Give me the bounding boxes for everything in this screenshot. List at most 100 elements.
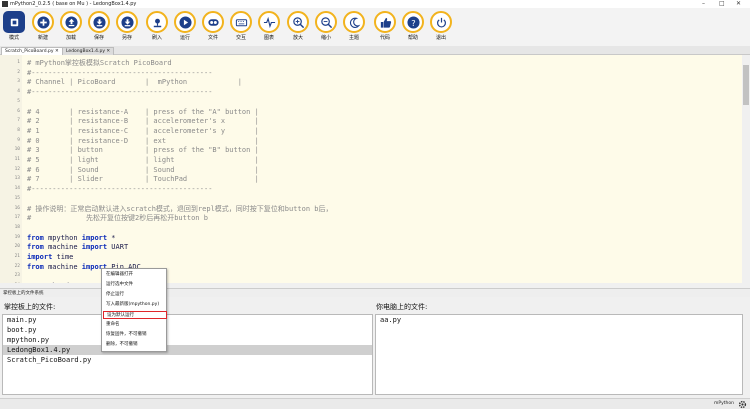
app-icon [2, 1, 8, 7]
context-menu-item[interactable]: 运行选中文件 [106, 281, 166, 289]
context-menu-item[interactable]: 重命名 [106, 321, 166, 329]
window-title: mPython2_0.2.5 ( base on Mu ) - LedongBo… [10, 1, 137, 7]
code-text: from mpython import * [27, 233, 116, 243]
computer-file-item[interactable]: aa.py [376, 315, 742, 325]
check-button[interactable]: 代码 [372, 11, 398, 41]
code-text: # 4 | resistance-A | press of the "A" bu… [27, 107, 259, 116]
download-icon [88, 11, 110, 33]
code-text: # 0 | resistance-D | ext | [27, 136, 259, 145]
keyboard-icon [230, 11, 252, 33]
line-number: 21 [14, 254, 20, 259]
code-text: # 1 | resistance-C | accelerometer's y | [27, 126, 259, 135]
code-text: from machine import UART [27, 242, 128, 252]
zoom-in-button[interactable]: 放大 [285, 11, 311, 41]
theme-button[interactable]: 主题 [341, 11, 367, 41]
code-keyword: from [27, 233, 44, 242]
tab-ledongbox[interactable]: LedongBox1.4.py ✕ [62, 47, 115, 55]
context-menu-item[interactable]: 在编辑器打开 [106, 271, 166, 279]
code-line: 11 # 5 | light | light | [0, 155, 742, 165]
title-bar: mPython2_0.2.5 ( base on Mu ) - LedongBo… [0, 0, 750, 8]
code-text: # 7 | Slider | TouchPad | [27, 175, 259, 184]
code-line: 7 # 2 | resistance-B | accelerometer's x … [0, 116, 742, 126]
line-number: 11 [14, 157, 20, 162]
code-text: import time [27, 252, 73, 262]
scrollbar-thumb[interactable] [743, 65, 749, 105]
zoom-out-button[interactable]: 缩小 [313, 11, 339, 41]
status-bar: mPython [0, 398, 750, 409]
code-line: 16 # 操作说明：正常启动默认进入scratch模式，退回到repl模式，同时按… [0, 204, 742, 214]
line-number: 15 [14, 195, 20, 201]
mode-indicator: mPython [714, 401, 734, 406]
code-text: # 3 | button | press of the "B" button | [27, 146, 259, 155]
line-number: 1 [17, 60, 20, 65]
line-number: 19 [14, 234, 20, 240]
code-line: 17 # 先松开复位按键2秒后再松开button b [0, 213, 742, 223]
repl-button[interactable]: 交互 [228, 11, 254, 41]
plot-button[interactable]: 图表 [256, 11, 282, 41]
code-text: # mPython掌控板模拟Scratch PicoBoard [27, 59, 172, 67]
code-line: 12 # 6 | Sound | Sound | [0, 165, 742, 175]
board-file-item[interactable]: Scratch_PicoBoard.py [3, 355, 372, 365]
code-line: 6 # 4 | resistance-A | press of the "A" b… [0, 107, 742, 117]
gear-icon[interactable] [738, 400, 747, 409]
run-button[interactable]: 运行 [172, 11, 198, 41]
context-menu-item[interactable]: 删除，不可撤销 [106, 341, 166, 349]
line-number: 7 [17, 118, 20, 124]
board-file-item[interactable]: boot.py [3, 325, 372, 335]
code-line: 1 # mPython掌控板模拟Scratch PicoBoard [0, 58, 742, 68]
line-number: 18 [14, 224, 20, 230]
moon-icon [343, 11, 365, 33]
board-file-item[interactable]: LedongBox1.4.py [3, 345, 372, 355]
save-button[interactable]: 保存 [86, 11, 112, 41]
code-text: # 6 | Sound | Sound | [27, 165, 259, 174]
code-text: # 5 | light | light | [27, 156, 259, 164]
help-button[interactable]: ? 帮助 [400, 11, 426, 41]
minimize-icon[interactable]: – [702, 0, 705, 8]
code-line: 2 #--------------------------------------… [0, 68, 742, 78]
line-number: 8 [17, 127, 20, 133]
code-token: machine [43, 243, 82, 252]
load-button[interactable]: 加载 [58, 11, 84, 41]
power-icon [430, 11, 452, 33]
code-text: #---------------------------------------… [27, 68, 213, 77]
quit-button[interactable]: 退出 [428, 11, 454, 41]
line-number: 3 [17, 79, 20, 85]
mode-icon [3, 11, 25, 33]
line-number: 22 [14, 263, 20, 269]
computer-files-list[interactable]: aa.py [375, 314, 743, 395]
maximize-icon[interactable]: □ [719, 0, 725, 8]
vertical-scrollbar[interactable] [742, 55, 750, 288]
mode-button[interactable]: 模式 [1, 11, 27, 41]
files-button[interactable]: 文件 [200, 11, 226, 41]
board-file-item[interactable]: main.py [3, 315, 372, 325]
tab-bar: Scratch_PicoBoard.py ✕ LedongBox1.4.py ✕ [0, 46, 750, 55]
line-number: 14 [14, 186, 20, 192]
tab-scratch-picoboard[interactable]: Scratch_PicoBoard.py ✕ [1, 47, 63, 55]
code-editor[interactable]: 1 # mPython掌控板模拟Scratch PicoBoard 2 #------… [0, 55, 742, 288]
context-menu-item[interactable]: 写入最新版(mpython.py) [106, 301, 166, 309]
line-number: 2 [17, 69, 20, 75]
code-line: 3 # Channel | PicoBoard | mPython | [0, 77, 742, 87]
code-token: time [52, 253, 74, 261]
saveas-button[interactable]: 另存 [114, 11, 140, 41]
code-keyword: import [27, 253, 53, 261]
close-icon[interactable]: ✕ [736, 0, 741, 8]
code-line: 18 [0, 223, 742, 233]
app-window: mPython2_0.2.5 ( base on Mu ) - LedongBo… [0, 0, 750, 409]
zoom-out-icon [315, 11, 337, 33]
download-icon [116, 11, 138, 33]
board-files-list[interactable]: main.py boot.py mpython.py LedongBox1.4.py S… [2, 314, 373, 395]
new-button[interactable]: 新建 [30, 11, 56, 41]
code-line: 13 # 7 | Slider | TouchPad | [0, 174, 742, 184]
code-token: * [107, 233, 116, 242]
context-menu-item[interactable]: 设为默认运行 [103, 311, 167, 319]
flash-button[interactable]: 刷入 [144, 11, 170, 41]
board-file-item[interactable]: mpython.py [3, 335, 372, 345]
code-text: #---------------------------------------… [27, 185, 213, 194]
line-number: 4 [17, 89, 20, 95]
code-keyword: import [81, 233, 108, 242]
code-text: # Channel | PicoBoard | mPython | [27, 78, 242, 87]
context-menu-item[interactable]: 恢复固件，不可撤销 [106, 331, 166, 339]
line-number: 23 [14, 273, 20, 279]
context-menu-item[interactable]: 停止运行 [106, 291, 166, 299]
